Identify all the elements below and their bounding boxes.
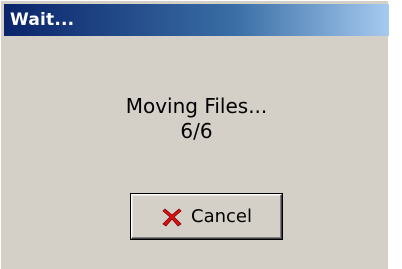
title-bar[interactable]: Wait... (4, 4, 389, 36)
status-message: Moving Files... (125, 94, 268, 118)
window-title: Wait... (10, 10, 75, 30)
cancel-label: Cancel (191, 206, 252, 227)
red-x-icon (162, 207, 182, 227)
wait-dialog: Wait... Moving Files... 6/6 Cancel (0, 0, 389, 269)
progress-count: 6/6 (180, 119, 213, 143)
cancel-button[interactable]: Cancel (131, 194, 282, 239)
